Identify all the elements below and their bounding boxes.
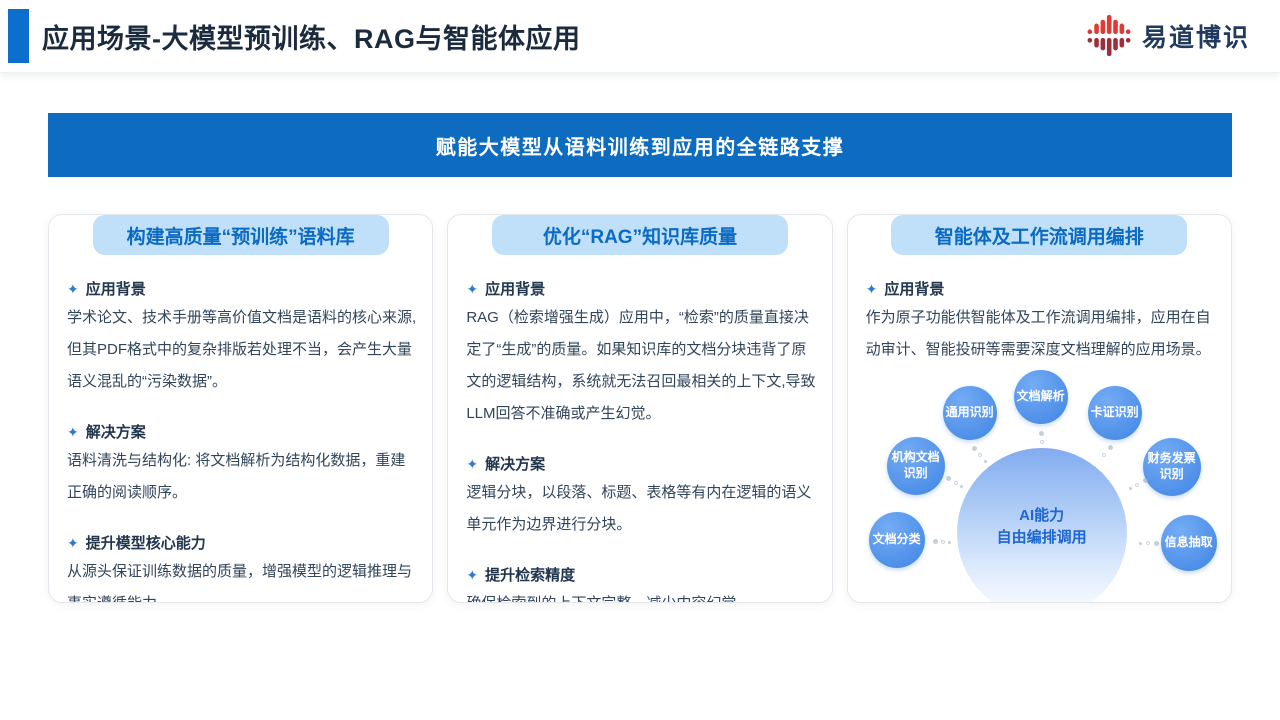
section-body: 确保检索到的上下文完整，减少内容幻觉。: [466, 588, 816, 603]
banner: 赋能大模型从语料训练到应用的全链路支撑: [48, 113, 1232, 177]
connector-dot: [954, 481, 958, 485]
card-body: ✦ 应用背景 RAG（检索增强生成）应用中，“检索”的质量直接决定了“生成”的质…: [448, 278, 831, 603]
section-background: ✦ 应用背景 学术论文、技术手册等高价值文档是语料的核心来源,但其PDF格式中的…: [67, 278, 417, 398]
section-body: 学术论文、技术手册等高价值文档是语料的核心来源,但其PDF格式中的复杂排版若处理…: [67, 302, 417, 398]
connector-dot: [960, 485, 963, 488]
section-heading: 解决方案: [485, 453, 545, 474]
sparkle-icon: ✦: [866, 282, 878, 296]
section-body: 逻辑分块，以段落、标题、表格等有内在逻辑的语义单元作为边界进行分块。: [466, 477, 816, 541]
connector-dot: [1135, 483, 1139, 487]
sparkle-icon: ✦: [67, 282, 79, 296]
section-heading: 应用背景: [485, 278, 545, 299]
section-heading: 解决方案: [86, 421, 146, 442]
center-label: AI能力 自由编排调用: [997, 505, 1087, 549]
ai-capability-diagram: AI能力 自由编排调用 通用识别 文档解析 卡证识别 机构文档识别 财务发票识别…: [848, 368, 1231, 603]
banner-text: 赋能大模型从语料训练到应用的全链路支撑: [436, 131, 845, 160]
connector-dot: [1041, 448, 1044, 451]
section-body: 作为原子功能供智能体及工作流调用编排，应用在自动审计、智能投研等需要深度文档理解…: [866, 302, 1216, 366]
sparkle-icon: ✦: [466, 457, 478, 471]
card-pretrain-corpus: 构建高质量“预训练”语料库 ✦ 应用背景 学术论文、技术手册等高价值文档是语料的…: [48, 214, 433, 603]
card-rag-knowledge: 优化“RAG”知识库质量 ✦ 应用背景 RAG（检索增强生成）应用中，“检索”的…: [447, 214, 832, 603]
page-title: 应用场景-大模型预训练、RAG与智能体应用: [42, 17, 581, 56]
sparkle-icon: ✦: [67, 425, 79, 439]
connector-dot: [972, 446, 977, 451]
brand-logo: 易道博识: [1086, 0, 1250, 72]
connector-dot: [1102, 453, 1106, 457]
section-solution: ✦ 解决方案 语料清洗与结构化: 将文档解析为结构化数据，重建正确的阅读顺序。: [67, 421, 417, 509]
connector-dot: [1108, 445, 1113, 450]
cards-row: 构建高质量“预训练”语料库 ✦ 应用背景 学术论文、技术手册等高价值文档是语料的…: [48, 214, 1232, 603]
capability-node-org-doc-ocr: 机构文档识别: [887, 437, 945, 495]
sparkle-icon: ✦: [466, 282, 478, 296]
section-heading: 应用背景: [884, 278, 944, 299]
card-body: ✦ 应用背景 作为原子功能供智能体及工作流调用编排，应用在自动审计、智能投研等需…: [848, 278, 1231, 366]
section-benefit: ✦ 提升模型核心能力 从源头保证训练数据的质量，增强模型的逻辑推理与事实遵循能力…: [67, 532, 417, 603]
header-accent-bar: [8, 9, 29, 63]
section-heading: 应用背景: [86, 278, 146, 299]
capability-node-doc-classify: 文档分类: [869, 512, 925, 568]
connector-dot: [1139, 542, 1142, 545]
ai-capability-center-circle: AI能力 自由编排调用: [957, 448, 1127, 603]
sparkle-icon: ✦: [67, 536, 79, 550]
capability-node-card-ocr: 卡证识别: [1088, 386, 1142, 440]
brand-logo-text: 易道博识: [1142, 18, 1250, 54]
brand-logo-icon: [1086, 13, 1132, 59]
card-title-pill: 优化“RAG”知识库质量: [492, 215, 788, 255]
card-body: ✦ 应用背景 学术论文、技术手册等高价值文档是语料的核心来源,但其PDF格式中的…: [49, 278, 432, 603]
card-title: 优化“RAG”知识库质量: [543, 222, 737, 249]
connector-dot: [948, 541, 951, 544]
section-heading: 提升模型核心能力: [86, 532, 206, 553]
connector-dot: [978, 453, 982, 457]
card-agent-workflow: 智能体及工作流调用编排 ✦ 应用背景 作为原子功能供智能体及工作流调用编排，应用…: [847, 214, 1232, 603]
section-background: ✦ 应用背景 作为原子功能供智能体及工作流调用编排，应用在自动审计、智能投研等需…: [866, 278, 1216, 366]
section-body: RAG（检索增强生成）应用中，“检索”的质量直接决定了“生成”的质量。如果知识库…: [466, 302, 816, 430]
card-title: 智能体及工作流调用编排: [935, 222, 1144, 249]
connector-dot: [984, 460, 987, 463]
connector-dot: [1154, 541, 1159, 546]
capability-node-doc-parse: 文档解析: [1014, 370, 1068, 424]
section-solution: ✦ 解决方案 逻辑分块，以段落、标题、表格等有内在逻辑的语义单元作为边界进行分块…: [466, 453, 816, 541]
connector-dot: [933, 539, 938, 544]
section-body: 从源头保证训练数据的质量，增强模型的逻辑推理与事实遵循能力。: [67, 556, 417, 603]
section-body: 语料清洗与结构化: 将文档解析为结构化数据，重建正确的阅读顺序。: [67, 445, 417, 509]
capability-node-invoice-ocr: 财务发票识别: [1143, 438, 1201, 496]
connector-dot: [1143, 478, 1148, 483]
card-title: 构建高质量“预训练”语料库: [127, 222, 355, 249]
capability-node-general-ocr: 通用识别: [943, 386, 997, 440]
connector-dot: [1039, 431, 1044, 436]
section-benefit: ✦ 提升检索精度 确保检索到的上下文完整，减少内容幻觉。: [466, 564, 816, 603]
connector-dot: [1040, 440, 1044, 444]
connector-dot: [1146, 541, 1150, 545]
slide-header: 应用场景-大模型预训练、RAG与智能体应用 易道博识: [0, 0, 1280, 73]
card-title-pill: 智能体及工作流调用编排: [891, 215, 1187, 255]
sparkle-icon: ✦: [466, 568, 478, 582]
connector-dot: [941, 540, 945, 544]
section-heading: 提升检索精度: [485, 564, 575, 585]
connector-dot: [946, 476, 951, 481]
card-title-pill: 构建高质量“预训练”语料库: [93, 215, 389, 255]
capability-node-info-extract: 信息抽取: [1161, 515, 1217, 571]
section-background: ✦ 应用背景 RAG（检索增强生成）应用中，“检索”的质量直接决定了“生成”的质…: [466, 278, 816, 430]
connector-dot: [1129, 487, 1132, 490]
